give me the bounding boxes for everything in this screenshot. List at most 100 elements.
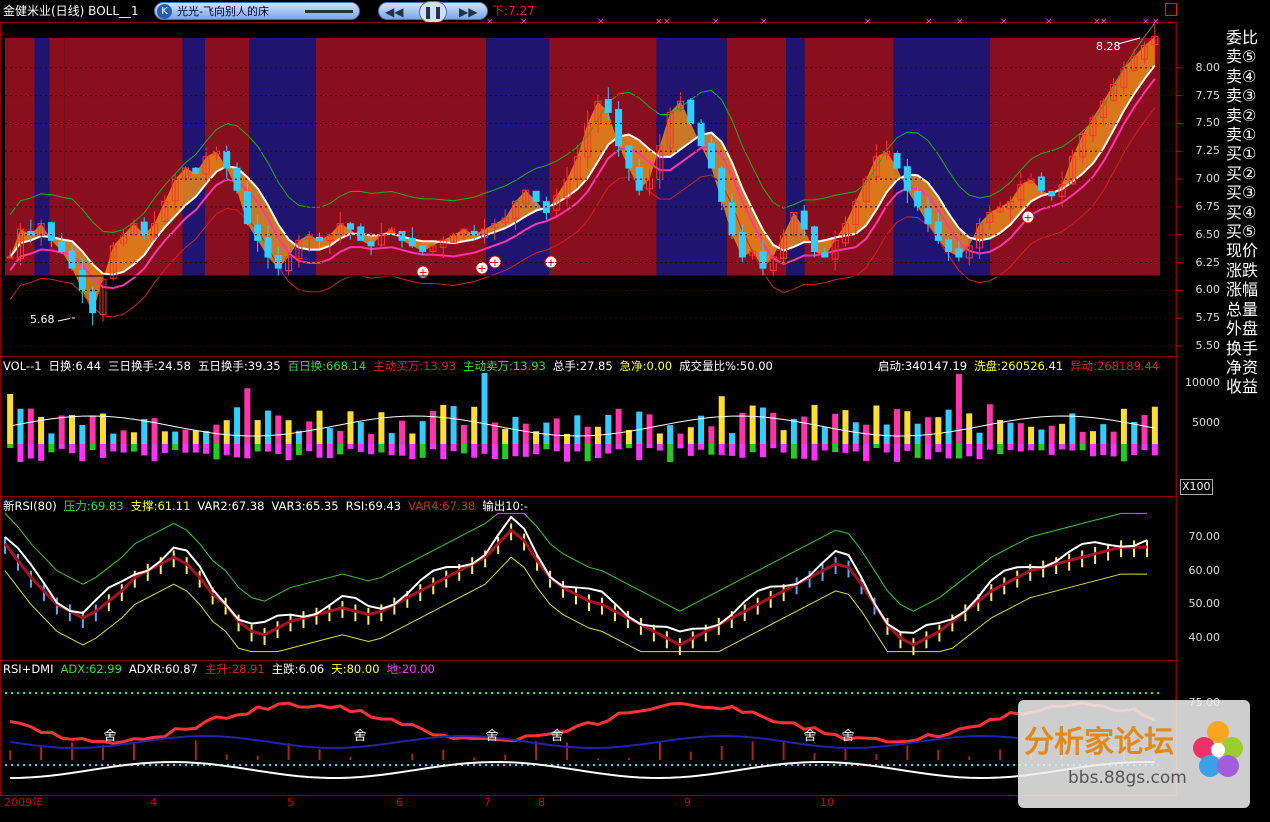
volume-bar: [1089, 431, 1096, 444]
sidebar-item[interactable]: 买⑤: [1226, 222, 1270, 241]
header-item: RSI+DMI: [3, 662, 54, 676]
volume-bar-lower: [357, 444, 364, 452]
sidebar-item[interactable]: 买①: [1226, 144, 1270, 163]
volume-bar-lower: [460, 444, 467, 454]
volume-bar: [326, 427, 333, 444]
volume-bar-lower: [120, 444, 127, 453]
high-price-marker: 8.28: [1096, 40, 1121, 53]
sidebar-item[interactable]: 涨幅: [1226, 280, 1270, 299]
volume-bar: [1141, 415, 1148, 444]
candle-body: [800, 210, 808, 230]
volume-bar: [337, 430, 344, 444]
sidebar-item[interactable]: 委比: [1226, 28, 1270, 47]
volume-bar: [399, 420, 406, 444]
volume-bar: [914, 423, 921, 444]
cross-marker: ×: [655, 17, 663, 27]
sidebar-item[interactable]: 涨跌: [1226, 261, 1270, 280]
watermark-title: 分析家论坛: [1024, 725, 1174, 760]
volume-bar-lower: [388, 444, 395, 455]
watermark-url: bbs.88gs.com: [1068, 768, 1187, 788]
volume-bar: [378, 412, 385, 444]
sidebar-item[interactable]: 买②: [1226, 164, 1270, 183]
volume-bar: [69, 415, 76, 444]
volume-bar: [275, 415, 282, 444]
volume-bar: [1017, 423, 1024, 444]
low-price-marker: 5.68: [30, 313, 55, 326]
volume-bar-lower: [337, 444, 344, 455]
volume-bar-lower: [161, 444, 168, 453]
candle-body: [192, 167, 200, 175]
volume-bar-lower: [1089, 444, 1096, 457]
volume-bar: [935, 417, 942, 444]
volume-bar-lower: [27, 444, 34, 459]
sidebar-item[interactable]: 卖①: [1226, 125, 1270, 144]
price-tick-label: 6.25: [1195, 255, 1221, 269]
volume-bar-lower: [677, 444, 684, 449]
cross-marker: ×: [663, 17, 671, 27]
volume-bar-lower: [924, 444, 931, 460]
candle-body: [470, 230, 478, 236]
cross-marker: ×: [486, 17, 494, 27]
volume-bar: [1110, 431, 1117, 444]
buy-signal-marker: +: [1021, 210, 1035, 224]
header-item: 主动卖万:13.93: [463, 359, 546, 373]
cross-marker: ×: [864, 17, 872, 27]
volume-bar: [141, 419, 148, 444]
sidebar-item[interactable]: 卖②: [1226, 106, 1270, 125]
header-item: 洗盘:260526.41: [974, 359, 1064, 373]
volume-bar-lower: [1048, 444, 1055, 455]
volume-bar: [522, 423, 529, 444]
sidebar-item[interactable]: 净资: [1226, 358, 1270, 377]
sidebar-item[interactable]: 总量: [1226, 300, 1270, 319]
candle-body: [821, 252, 829, 258]
volume-bar-lower: [646, 444, 653, 449]
candle-body: [532, 190, 540, 202]
candle-body: [47, 222, 55, 241]
volume-bar: [1131, 421, 1138, 444]
volume-bar: [790, 418, 797, 444]
volume-bar-lower: [986, 444, 993, 450]
volume-bar-lower: [79, 444, 86, 462]
candle-body: [264, 237, 272, 258]
price-tick-label: 6.75: [1195, 199, 1221, 213]
volume-bar: [1079, 431, 1086, 444]
sidebar-item[interactable]: 换手: [1226, 339, 1270, 358]
candle-body: [718, 168, 726, 202]
sidebar-item[interactable]: 收益: [1226, 377, 1270, 396]
sidebar-item[interactable]: 卖③: [1226, 86, 1270, 105]
volume-bar: [574, 415, 581, 444]
x-axis-label: 7: [484, 796, 491, 809]
candle-body: [254, 224, 262, 241]
rsi-panel-header: 新RSI(80) 压力:69.83 支撑:61.11 VAR2:67.38 VAR3:6…: [3, 499, 535, 513]
volume-bar-lower: [326, 444, 333, 459]
volume-bar-lower: [378, 444, 385, 453]
volume-bar-lower: [1131, 444, 1138, 456]
cross-marker: ×: [520, 17, 528, 27]
volume-bar-lower: [739, 444, 746, 458]
rsi-tick-label: 40.00: [1188, 631, 1221, 645]
x-axis-label: 5: [287, 796, 294, 809]
candle-body: [243, 191, 251, 225]
sidebar-item[interactable]: 买④: [1226, 203, 1270, 222]
sidebar-item[interactable]: 现价: [1226, 241, 1270, 260]
volume-bar: [1007, 422, 1014, 444]
volume-bar-lower: [223, 444, 230, 456]
volume-bar-lower: [213, 444, 220, 460]
volume-bar-lower: [1079, 444, 1086, 451]
volume-bar-lower: [512, 444, 519, 457]
sidebar-item[interactable]: 买③: [1226, 183, 1270, 202]
sidebar-item[interactable]: 外盘: [1226, 319, 1270, 338]
volume-bar: [161, 431, 168, 444]
sidebar-item[interactable]: 卖⑤: [1226, 47, 1270, 66]
volume-bar-lower: [935, 444, 942, 453]
sidebar-item[interactable]: 卖④: [1226, 67, 1270, 86]
volume-bar-lower: [811, 444, 818, 461]
volume-bar-lower: [89, 444, 96, 451]
rsi-tick-label: 50.00: [1188, 597, 1221, 611]
candle-body: [68, 250, 76, 269]
volume-bar: [904, 411, 911, 444]
candle-body: [955, 248, 963, 258]
volume-bar: [1120, 408, 1127, 444]
x-axis-label: 6: [396, 796, 403, 809]
dmi-marker-char: 舍: [103, 729, 116, 744]
